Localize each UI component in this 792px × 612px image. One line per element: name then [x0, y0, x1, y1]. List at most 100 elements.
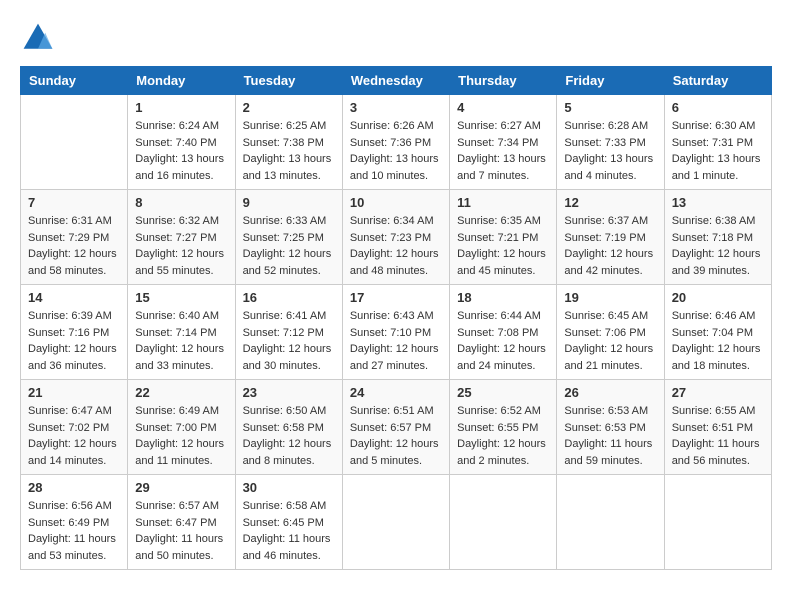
day-info: Sunrise: 6:33 AMSunset: 7:25 PMDaylight:… — [243, 213, 335, 279]
day-number: 11 — [457, 195, 549, 210]
day-number: 6 — [672, 100, 764, 115]
day-info: Sunrise: 6:43 AMSunset: 7:10 PMDaylight:… — [350, 308, 442, 374]
day-number: 23 — [243, 385, 335, 400]
header-friday: Friday — [557, 67, 664, 95]
day-info: Sunrise: 6:50 AMSunset: 6:58 PMDaylight:… — [243, 403, 335, 469]
calendar-cell: 5 Sunrise: 6:28 AMSunset: 7:33 PMDaylight… — [557, 95, 664, 190]
day-number: 26 — [564, 385, 656, 400]
day-info: Sunrise: 6:34 AMSunset: 7:23 PMDaylight:… — [350, 213, 442, 279]
day-number: 12 — [564, 195, 656, 210]
day-info: Sunrise: 6:58 AMSunset: 6:45 PMDaylight:… — [243, 498, 335, 564]
calendar-cell: 15 Sunrise: 6:40 AMSunset: 7:14 PMDayligh… — [128, 285, 235, 380]
day-info: Sunrise: 6:56 AMSunset: 6:49 PMDaylight:… — [28, 498, 120, 564]
header-wednesday: Wednesday — [342, 67, 449, 95]
day-number: 5 — [564, 100, 656, 115]
page-header — [20, 20, 772, 56]
calendar-week-1: 1 Sunrise: 6:24 AMSunset: 7:40 PMDaylight… — [21, 95, 772, 190]
day-number: 30 — [243, 480, 335, 495]
day-info: Sunrise: 6:25 AMSunset: 7:38 PMDaylight:… — [243, 118, 335, 184]
calendar-cell: 14Sunrise: 6:39 AMSunset: 7:16 PMDayligh… — [21, 285, 128, 380]
calendar-cell: 24Sunrise: 6:51 AMSunset: 6:57 PMDayligh… — [342, 380, 449, 475]
day-number: 3 — [350, 100, 442, 115]
calendar-table: SundayMondayTuesdayWednesdayThursdayFrid… — [20, 66, 772, 570]
day-info: Sunrise: 6:26 AMSunset: 7:36 PMDaylight:… — [350, 118, 442, 184]
calendar-cell: 11 Sunrise: 6:35 AMSunset: 7:21 PMDayligh… — [450, 190, 557, 285]
calendar-cell: 3 Sunrise: 6:26 AMSunset: 7:36 PMDaylight… — [342, 95, 449, 190]
day-number: 4 — [457, 100, 549, 115]
calendar-cell: 7Sunrise: 6:31 AMSunset: 7:29 PMDaylight… — [21, 190, 128, 285]
calendar-cell — [557, 475, 664, 570]
day-number: 13 — [672, 195, 764, 210]
calendar-week-2: 7Sunrise: 6:31 AMSunset: 7:29 PMDaylight… — [21, 190, 772, 285]
day-info: Sunrise: 6:46 AMSunset: 7:04 PMDaylight:… — [672, 308, 764, 374]
calendar-cell: 30 Sunrise: 6:58 AMSunset: 6:45 PMDayligh… — [235, 475, 342, 570]
day-info: Sunrise: 6:24 AMSunset: 7:40 PMDaylight:… — [135, 118, 227, 184]
day-number: 25 — [457, 385, 549, 400]
calendar-cell: 21 Sunrise: 6:47 AMSunset: 7:02 PMDayligh… — [21, 380, 128, 475]
day-info: Sunrise: 6:47 AMSunset: 7:02 PMDaylight:… — [28, 403, 120, 469]
calendar-cell: 19 Sunrise: 6:45 AMSunset: 7:06 PMDayligh… — [557, 285, 664, 380]
day-number: 16 — [243, 290, 335, 305]
day-info: Sunrise: 6:35 AMSunset: 7:21 PMDaylight:… — [457, 213, 549, 279]
day-number: 2 — [243, 100, 335, 115]
day-info: Sunrise: 6:37 AMSunset: 7:19 PMDaylight:… — [564, 213, 656, 279]
calendar-header-row: SundayMondayTuesdayWednesdayThursdayFrid… — [21, 67, 772, 95]
day-number: 7 — [28, 195, 120, 210]
calendar-cell: 2 Sunrise: 6:25 AMSunset: 7:38 PMDaylight… — [235, 95, 342, 190]
day-info: Sunrise: 6:57 AMSunset: 6:47 PMDaylight:… — [135, 498, 227, 564]
calendar-cell — [664, 475, 771, 570]
logo — [20, 20, 62, 56]
day-info: Sunrise: 6:52 AMSunset: 6:55 PMDaylight:… — [457, 403, 549, 469]
day-number: 17 — [350, 290, 442, 305]
day-info: Sunrise: 6:30 AMSunset: 7:31 PMDaylight:… — [672, 118, 764, 184]
calendar-cell — [21, 95, 128, 190]
calendar-cell: 9 Sunrise: 6:33 AMSunset: 7:25 PMDaylight… — [235, 190, 342, 285]
calendar-cell: 18 Sunrise: 6:44 AMSunset: 7:08 PMDayligh… — [450, 285, 557, 380]
logo-icon — [20, 20, 56, 56]
calendar-cell: 6 Sunrise: 6:30 AMSunset: 7:31 PMDaylight… — [664, 95, 771, 190]
calendar-cell: 22 Sunrise: 6:49 AMSunset: 7:00 PMDayligh… — [128, 380, 235, 475]
calendar-cell: 27 Sunrise: 6:55 AMSunset: 6:51 PMDayligh… — [664, 380, 771, 475]
day-number: 8 — [135, 195, 227, 210]
calendar-cell: 1 Sunrise: 6:24 AMSunset: 7:40 PMDaylight… — [128, 95, 235, 190]
day-info: Sunrise: 6:55 AMSunset: 6:51 PMDaylight:… — [672, 403, 764, 469]
day-number: 21 — [28, 385, 120, 400]
day-number: 19 — [564, 290, 656, 305]
calendar-cell: 12 Sunrise: 6:37 AMSunset: 7:19 PMDayligh… — [557, 190, 664, 285]
header-sunday: Sunday — [21, 67, 128, 95]
day-number: 9 — [243, 195, 335, 210]
day-info: Sunrise: 6:49 AMSunset: 7:00 PMDaylight:… — [135, 403, 227, 469]
day-info: Sunrise: 6:41 AMSunset: 7:12 PMDaylight:… — [243, 308, 335, 374]
calendar-cell: 25 Sunrise: 6:52 AMSunset: 6:55 PMDayligh… — [450, 380, 557, 475]
day-info: Sunrise: 6:44 AMSunset: 7:08 PMDaylight:… — [457, 308, 549, 374]
calendar-cell: 16 Sunrise: 6:41 AMSunset: 7:12 PMDayligh… — [235, 285, 342, 380]
day-info: Sunrise: 6:45 AMSunset: 7:06 PMDaylight:… — [564, 308, 656, 374]
day-info: Sunrise: 6:39 AMSunset: 7:16 PMDaylight:… — [28, 308, 120, 374]
day-info: Sunrise: 6:28 AMSunset: 7:33 PMDaylight:… — [564, 118, 656, 184]
day-number: 18 — [457, 290, 549, 305]
day-number: 20 — [672, 290, 764, 305]
day-number: 22 — [135, 385, 227, 400]
header-saturday: Saturday — [664, 67, 771, 95]
day-info: Sunrise: 6:53 AMSunset: 6:53 PMDaylight:… — [564, 403, 656, 469]
day-number: 1 — [135, 100, 227, 115]
day-number: 10 — [350, 195, 442, 210]
calendar-cell: 17 Sunrise: 6:43 AMSunset: 7:10 PMDayligh… — [342, 285, 449, 380]
calendar-cell — [342, 475, 449, 570]
day-number: 27 — [672, 385, 764, 400]
day-info: Sunrise: 6:32 AMSunset: 7:27 PMDaylight:… — [135, 213, 227, 279]
calendar-cell: 8 Sunrise: 6:32 AMSunset: 7:27 PMDaylight… — [128, 190, 235, 285]
day-number: 15 — [135, 290, 227, 305]
day-info: Sunrise: 6:40 AMSunset: 7:14 PMDaylight:… — [135, 308, 227, 374]
header-tuesday: Tuesday — [235, 67, 342, 95]
day-info: Sunrise: 6:38 AMSunset: 7:18 PMDaylight:… — [672, 213, 764, 279]
day-info: Sunrise: 6:27 AMSunset: 7:34 PMDaylight:… — [457, 118, 549, 184]
calendar-cell — [450, 475, 557, 570]
calendar-cell: 29Sunrise: 6:57 AMSunset: 6:47 PMDayligh… — [128, 475, 235, 570]
calendar-cell: 23 Sunrise: 6:50 AMSunset: 6:58 PMDayligh… — [235, 380, 342, 475]
header-thursday: Thursday — [450, 67, 557, 95]
calendar-cell: 26 Sunrise: 6:53 AMSunset: 6:53 PMDayligh… — [557, 380, 664, 475]
day-number: 24 — [350, 385, 442, 400]
calendar-cell: 28Sunrise: 6:56 AMSunset: 6:49 PMDayligh… — [21, 475, 128, 570]
calendar-cell: 13 Sunrise: 6:38 AMSunset: 7:18 PMDayligh… — [664, 190, 771, 285]
